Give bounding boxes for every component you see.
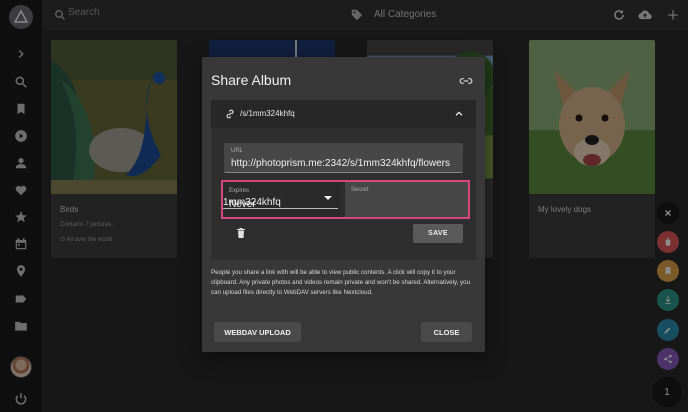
close-button[interactable]: CLOSE bbox=[421, 322, 472, 342]
expires-secret-highlight bbox=[221, 180, 470, 219]
trash-icon[interactable] bbox=[235, 226, 247, 240]
share-description: People you share a link with will be abl… bbox=[211, 269, 471, 296]
url-field[interactable]: URL http://photoprism.me:2342/s/1mm324kh… bbox=[224, 143, 463, 173]
dialog-title: Share Album bbox=[211, 72, 292, 88]
add-link-icon[interactable] bbox=[459, 74, 473, 88]
share-link-header[interactable]: /s/1mm324khfq bbox=[211, 100, 476, 128]
webdav-upload-button[interactable]: WEBDAV UPLOAD bbox=[214, 322, 301, 342]
url-value[interactable]: http://photoprism.me:2342/s/1mm324khfq/f… bbox=[231, 158, 450, 169]
share-album-dialog: Share Album /s/1mm324khfq URL http://pho… bbox=[202, 57, 485, 352]
link-icon bbox=[226, 109, 234, 119]
share-link-path: /s/1mm324khfq bbox=[240, 109, 295, 118]
url-label: URL bbox=[231, 148, 244, 154]
chevron-up-icon[interactable] bbox=[454, 109, 464, 119]
save-button[interactable]: SAVE bbox=[413, 224, 463, 243]
